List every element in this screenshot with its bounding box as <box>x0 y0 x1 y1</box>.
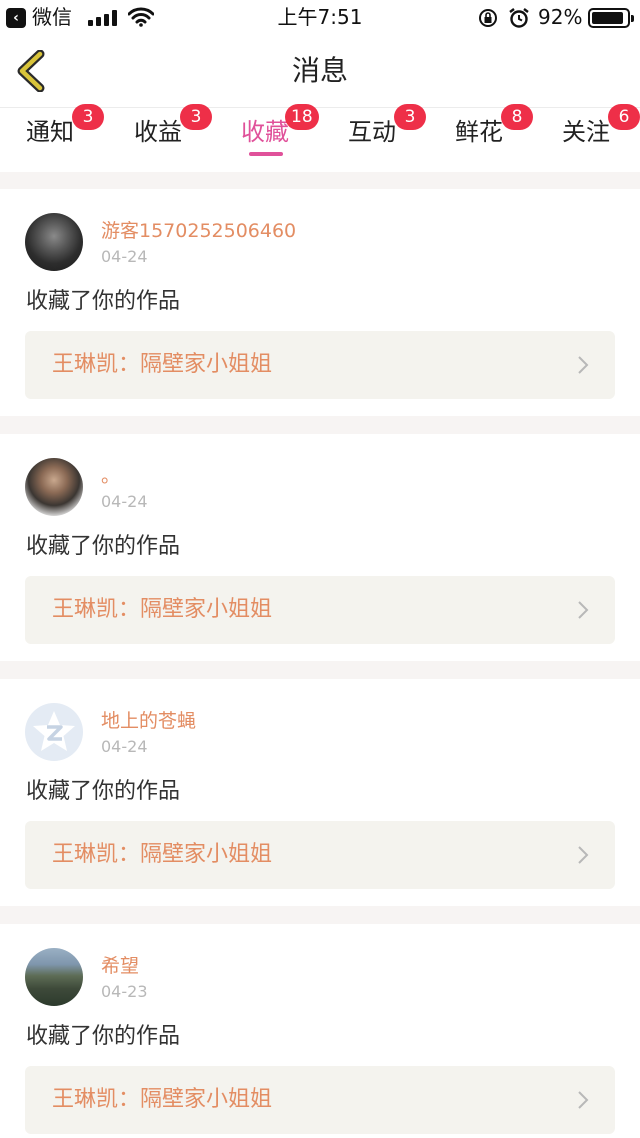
message-text: 收藏了你的作品 <box>26 289 181 314</box>
unread-badge: 8 <box>501 104 533 130</box>
message-card: 地上的苍蝇 04-24 收藏了你的作品 王琳凯：隔壁家小姐姐 <box>0 679 640 906</box>
tab-label: 收益 <box>134 118 182 146</box>
work-link[interactable]: 王琳凯：隔壁家小姐姐 <box>25 331 615 399</box>
unread-badge: 3 <box>394 104 426 130</box>
battery-icon <box>588 8 634 28</box>
username-link[interactable]: 游客1570252506460 <box>101 219 296 243</box>
rotation-lock-icon <box>479 9 497 27</box>
chevron-right-icon <box>578 1091 589 1109</box>
status-bar: ‹ 微信 上午7:51 92% <box>0 0 640 34</box>
alarm-icon <box>509 8 529 28</box>
tab-label: 鲜花 <box>455 118 503 146</box>
username-link[interactable]: 。 <box>101 464 120 488</box>
unread-badge: 6 <box>608 104 640 130</box>
username-link[interactable]: 地上的苍蝇 <box>101 709 196 733</box>
message-text: 收藏了你的作品 <box>26 779 181 804</box>
unread-badge: 3 <box>72 104 104 130</box>
message-card: 希望 04-23 收藏了你的作品 王琳凯：隔壁家小姐姐 <box>0 924 640 1138</box>
avatar[interactable] <box>25 948 83 1006</box>
navigation-bar: 消息 <box>0 34 640 108</box>
work-link[interactable]: 王琳凯：隔壁家小姐姐 <box>25 1066 615 1134</box>
work-title: 王琳凯：隔壁家小姐姐 <box>52 842 273 867</box>
username-link[interactable]: 希望 <box>101 954 139 978</box>
tab-label: 通知 <box>26 118 74 146</box>
battery-percentage: 92% <box>538 5 583 29</box>
work-link[interactable]: 王琳凯：隔壁家小姐姐 <box>25 821 615 889</box>
work-title: 王琳凯：隔壁家小姐姐 <box>52 1087 273 1112</box>
message-text: 收藏了你的作品 <box>26 1024 181 1049</box>
message-card: 。 04-24 收藏了你的作品 王琳凯：隔壁家小姐姐 <box>0 434 640 661</box>
qzone-default-avatar[interactable] <box>25 703 83 761</box>
unread-badge: 3 <box>180 104 212 130</box>
message-date: 04-24 <box>101 737 148 756</box>
avatar[interactable] <box>25 458 83 516</box>
unread-badge: 18 <box>285 104 319 130</box>
message-date: 04-24 <box>101 247 148 266</box>
page-title: 消息 <box>291 54 348 87</box>
tab-label: 收藏 <box>241 118 289 146</box>
battery-level-fill <box>592 12 623 24</box>
avatar[interactable] <box>25 213 83 271</box>
work-link[interactable]: 王琳凯：隔壁家小姐姐 <box>25 576 615 644</box>
qzone-star-icon <box>33 711 75 751</box>
tab-label: 关注 <box>562 118 610 146</box>
chevron-right-icon <box>578 601 589 619</box>
message-date: 04-24 <box>101 492 148 511</box>
chevron-right-icon <box>578 356 589 374</box>
chevron-right-icon <box>578 846 589 864</box>
message-text: 收藏了你的作品 <box>26 534 181 559</box>
work-title: 王琳凯：隔壁家小姐姐 <box>52 597 273 622</box>
tab-label: 互动 <box>348 118 396 146</box>
message-date: 04-23 <box>101 982 148 1001</box>
active-tab-indicator <box>249 152 283 156</box>
work-title: 王琳凯：隔壁家小姐姐 <box>52 352 273 377</box>
message-card: 游客1570252506460 04-24 收藏了你的作品 王琳凯：隔壁家小姐姐 <box>0 189 640 416</box>
message-category-tabs: 通知 3 收益 3 收藏 18 互动 3 鲜花 8 关注 6 <box>0 104 640 172</box>
